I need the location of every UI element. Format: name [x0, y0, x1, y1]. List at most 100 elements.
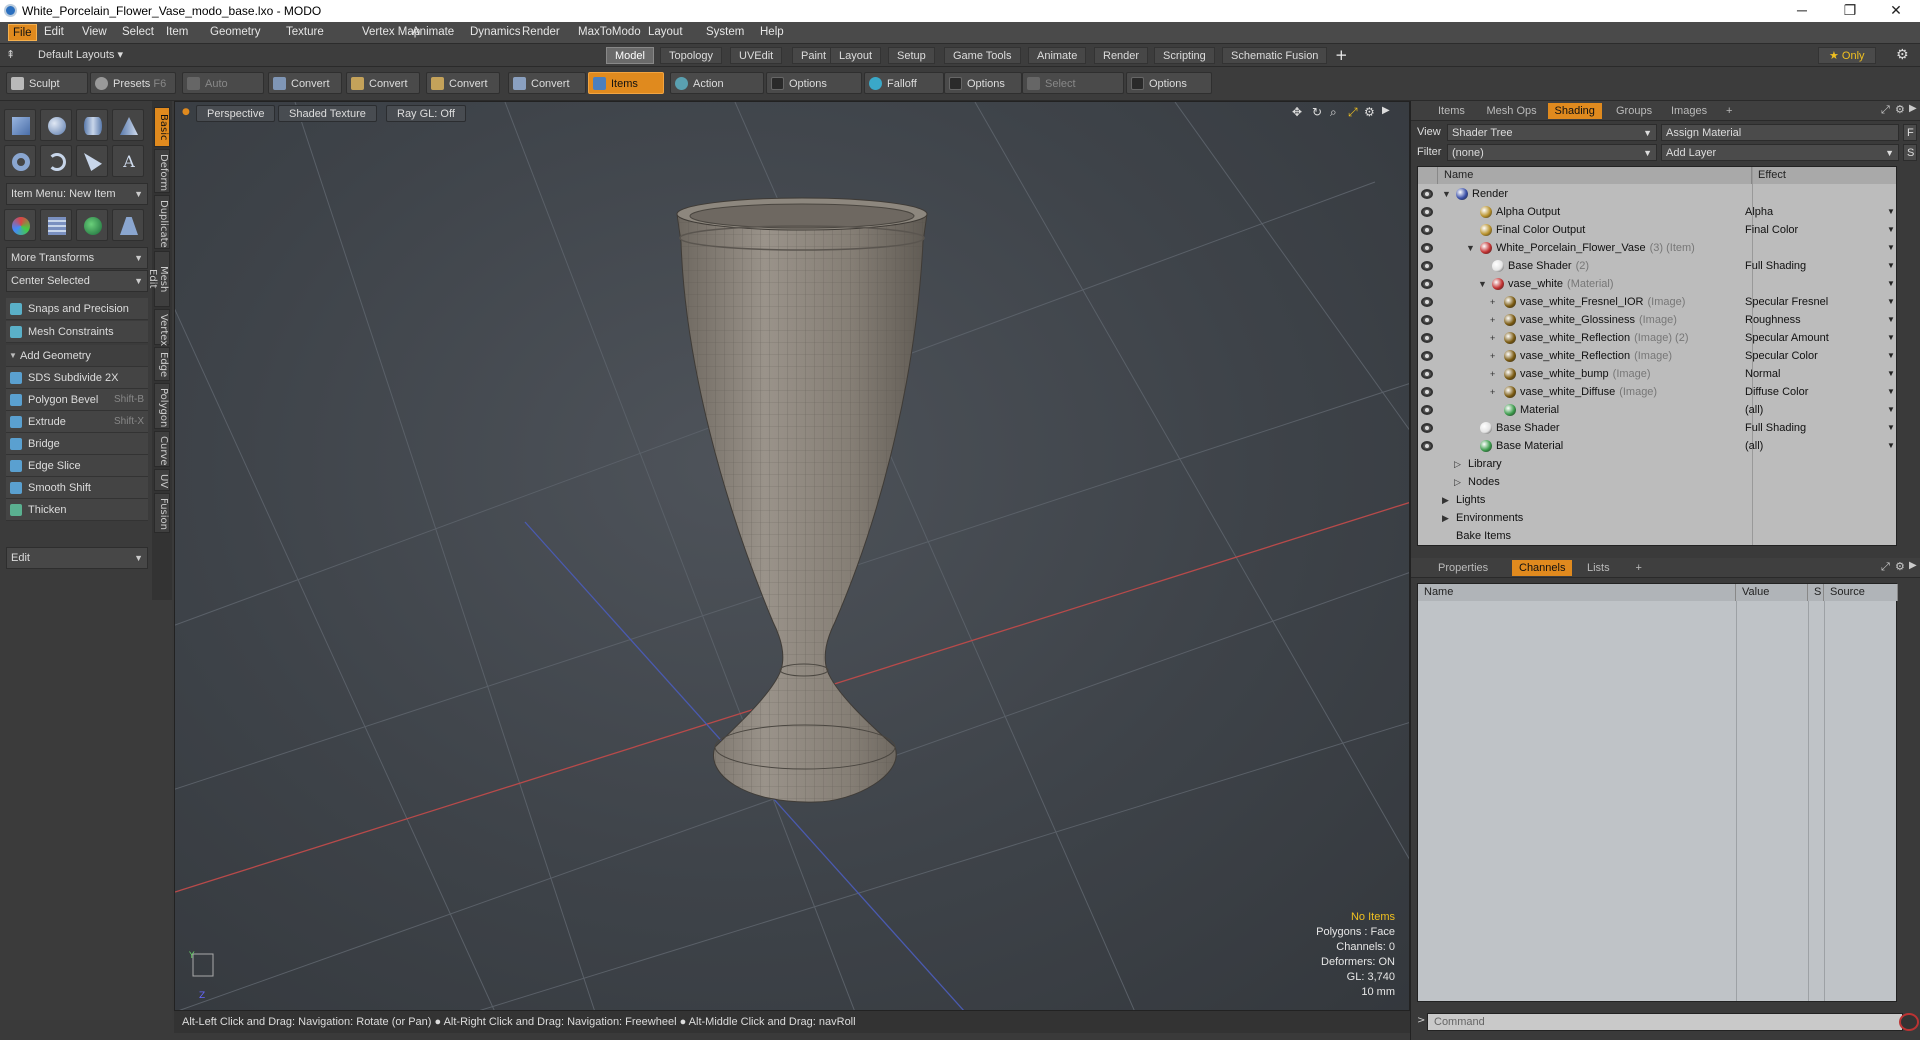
chevron-down-icon[interactable]: ▼	[1887, 437, 1895, 455]
record-icon[interactable]	[1899, 1013, 1919, 1031]
shader-tree-row[interactable]: Material (all) ▼	[1418, 401, 1896, 419]
vase-model[interactable]	[676, 197, 928, 803]
convert-polygons-button[interactable]: Convert	[426, 72, 500, 94]
command-input[interactable]: Command	[1427, 1013, 1903, 1031]
expand-toggle-icon[interactable]: +	[1490, 383, 1495, 401]
cube-primitive-button[interactable]	[4, 109, 36, 141]
eye-icon[interactable]	[1421, 405, 1433, 415]
expand-toggle-icon[interactable]: ▶	[1442, 509, 1449, 527]
expand-toggle-icon[interactable]: +	[1490, 365, 1495, 383]
menu-help[interactable]: Help	[760, 26, 784, 38]
viewport-expand-icon[interactable]: ▶	[1382, 105, 1390, 116]
pan-icon[interactable]: ✥	[1292, 105, 1302, 119]
chevron-down-icon[interactable]: ▼	[1887, 203, 1895, 221]
shader-tree-row[interactable]: Final Color Output Final Color ▼	[1418, 221, 1896, 239]
mesh-constraints-button[interactable]: Mesh Constraints	[6, 321, 148, 343]
channel-source-header[interactable]: Source	[1824, 584, 1898, 601]
shader-tree-row[interactable]: + vase_white_Glossiness (Image) Roughness ▼	[1418, 311, 1896, 329]
perspective-grid-button[interactable]	[112, 209, 144, 241]
expand-toggle-icon[interactable]: +	[1490, 311, 1495, 329]
layout-tab-setup[interactable]: Setup	[888, 47, 935, 64]
layout-collapse-icon[interactable]: ⇞	[6, 48, 20, 62]
expand-toggle-icon[interactable]: ▷	[1454, 455, 1461, 473]
center-selected-dropdown[interactable]: Center Selected ▼	[6, 270, 148, 292]
presets-button[interactable]: Presets F6	[90, 72, 176, 94]
panel-settings-icon[interactable]: ⚙	[1895, 103, 1905, 116]
eye-icon[interactable]	[1421, 351, 1433, 361]
tool-edge-slice[interactable]: Edge Slice	[6, 455, 148, 477]
expand-toggle-icon[interactable]: ▼	[1442, 185, 1451, 203]
tab-shading[interactable]: Shading	[1547, 103, 1602, 119]
tool-thicken[interactable]: Thicken	[6, 499, 148, 521]
falloff-options-button[interactable]: Options	[944, 72, 1022, 94]
vtab-mesh-edit[interactable]: Mesh Edit	[147, 251, 170, 307]
channels-list[interactable]: Name Value S Source	[1417, 583, 1898, 1002]
items-mode-button[interactable]: Items	[588, 72, 664, 94]
expand-toggle-icon[interactable]: ▶	[1442, 491, 1449, 509]
shader-tree-row[interactable]: + vase_white_bump (Image) Normal ▼	[1418, 365, 1896, 383]
chevron-down-icon[interactable]: ▼	[1887, 239, 1895, 257]
pen-tool-button[interactable]	[76, 145, 108, 177]
tab-groups[interactable]: Groups	[1609, 103, 1659, 119]
layer-effect[interactable]: Full Shading	[1745, 419, 1806, 437]
layer-effect[interactable]: Alpha	[1745, 203, 1773, 221]
zoom-icon[interactable]: ⌕	[1330, 105, 1337, 120]
assign-material-shortcut[interactable]: F	[1903, 124, 1917, 141]
sculpt-button[interactable]: Sculpt	[6, 72, 88, 94]
shader-tree-row[interactable]: ▶ Environments	[1418, 509, 1896, 527]
tab-mesh-ops[interactable]: Mesh Ops	[1480, 103, 1544, 119]
eye-icon[interactable]	[1421, 279, 1433, 289]
layout-tab-paint[interactable]: Paint	[792, 47, 836, 64]
tool-extrude[interactable]: Extrude Shift-X	[6, 411, 148, 433]
channel-s-header[interactable]: S	[1808, 584, 1824, 601]
shader-tree-row[interactable]: + vase_white_Reflection (Image) (2) Specula…	[1418, 329, 1896, 347]
tube-primitive-button[interactable]	[40, 145, 72, 177]
shading-mode-button[interactable]: Shaded Texture	[278, 105, 377, 122]
expand-panel-icon[interactable]: ⤢	[1881, 560, 1890, 574]
eye-icon[interactable]	[1421, 315, 1433, 325]
add-layer-shortcut[interactable]: S	[1903, 144, 1917, 161]
tab-items[interactable]: Items	[1431, 103, 1472, 119]
chevron-down-icon[interactable]: ▼	[1887, 221, 1895, 239]
add-tab-button[interactable]: +	[1719, 103, 1739, 119]
transform-button[interactable]	[4, 209, 36, 241]
vtab-edge[interactable]: Edge	[154, 347, 170, 381]
shader-tree-row[interactable]: ▼ White_Porcelain_Flower_Vase (3) (Item) ▼	[1418, 239, 1896, 257]
shader-tree-row[interactable]: Base Material (all) ▼	[1418, 437, 1896, 455]
layout-tab-animate[interactable]: Animate	[1028, 47, 1087, 64]
layer-effect[interactable]: Full Shading	[1745, 257, 1806, 275]
shader-tree-row[interactable]: + vase_white_Reflection (Image) Specular Co…	[1418, 347, 1896, 365]
layer-effect[interactable]: Specular Color	[1745, 347, 1818, 365]
layout-dropdown[interactable]: Default Layouts ▾	[38, 48, 123, 61]
panel-menu-icon[interactable]: ▶	[1909, 560, 1917, 571]
expand-toggle-icon[interactable]: ▼	[1466, 239, 1475, 257]
convert-edges-button[interactable]: Convert	[346, 72, 420, 94]
layout-tab-model[interactable]: Model	[606, 47, 654, 64]
eye-icon[interactable]	[1421, 261, 1433, 271]
gear-icon[interactable]: ⚙	[1896, 47, 1909, 63]
eye-icon[interactable]	[1421, 441, 1433, 451]
tab-properties[interactable]: Properties	[1431, 560, 1495, 576]
eye-icon[interactable]	[1421, 189, 1433, 199]
menu-system[interactable]: System	[706, 26, 744, 38]
layer-effect[interactable]: (all)	[1745, 437, 1763, 455]
cylinder-primitive-button[interactable]	[76, 109, 108, 141]
menu-texture[interactable]: Texture	[286, 26, 324, 38]
layer-effect[interactable]: Final Color	[1745, 221, 1798, 239]
chevron-down-icon[interactable]: ▼	[1887, 257, 1895, 275]
channel-value-header[interactable]: Value	[1736, 584, 1808, 601]
layout-tab-layout[interactable]: Layout	[830, 47, 882, 64]
layer-effect[interactable]: Specular Fresnel	[1745, 293, 1828, 311]
menu-animate[interactable]: Animate	[412, 26, 454, 38]
eye-icon[interactable]	[1421, 369, 1433, 379]
torus-primitive-button[interactable]	[4, 145, 36, 177]
menu-dynamics[interactable]: Dynamics	[470, 26, 520, 38]
effect-column-header[interactable]: Effect	[1752, 167, 1896, 184]
tab-channels[interactable]: Channels	[1512, 560, 1573, 576]
chevron-down-icon[interactable]: ▼	[1887, 383, 1895, 401]
name-column-header[interactable]: Name	[1438, 167, 1752, 184]
shader-tree-row[interactable]: Alpha Output Alpha ▼	[1418, 203, 1896, 221]
chevron-down-icon[interactable]: ▼	[1887, 401, 1895, 419]
viewport-menu-icon[interactable]: ●	[182, 107, 190, 117]
add-geometry-section[interactable]: ▼ Add Geometry	[6, 345, 148, 367]
